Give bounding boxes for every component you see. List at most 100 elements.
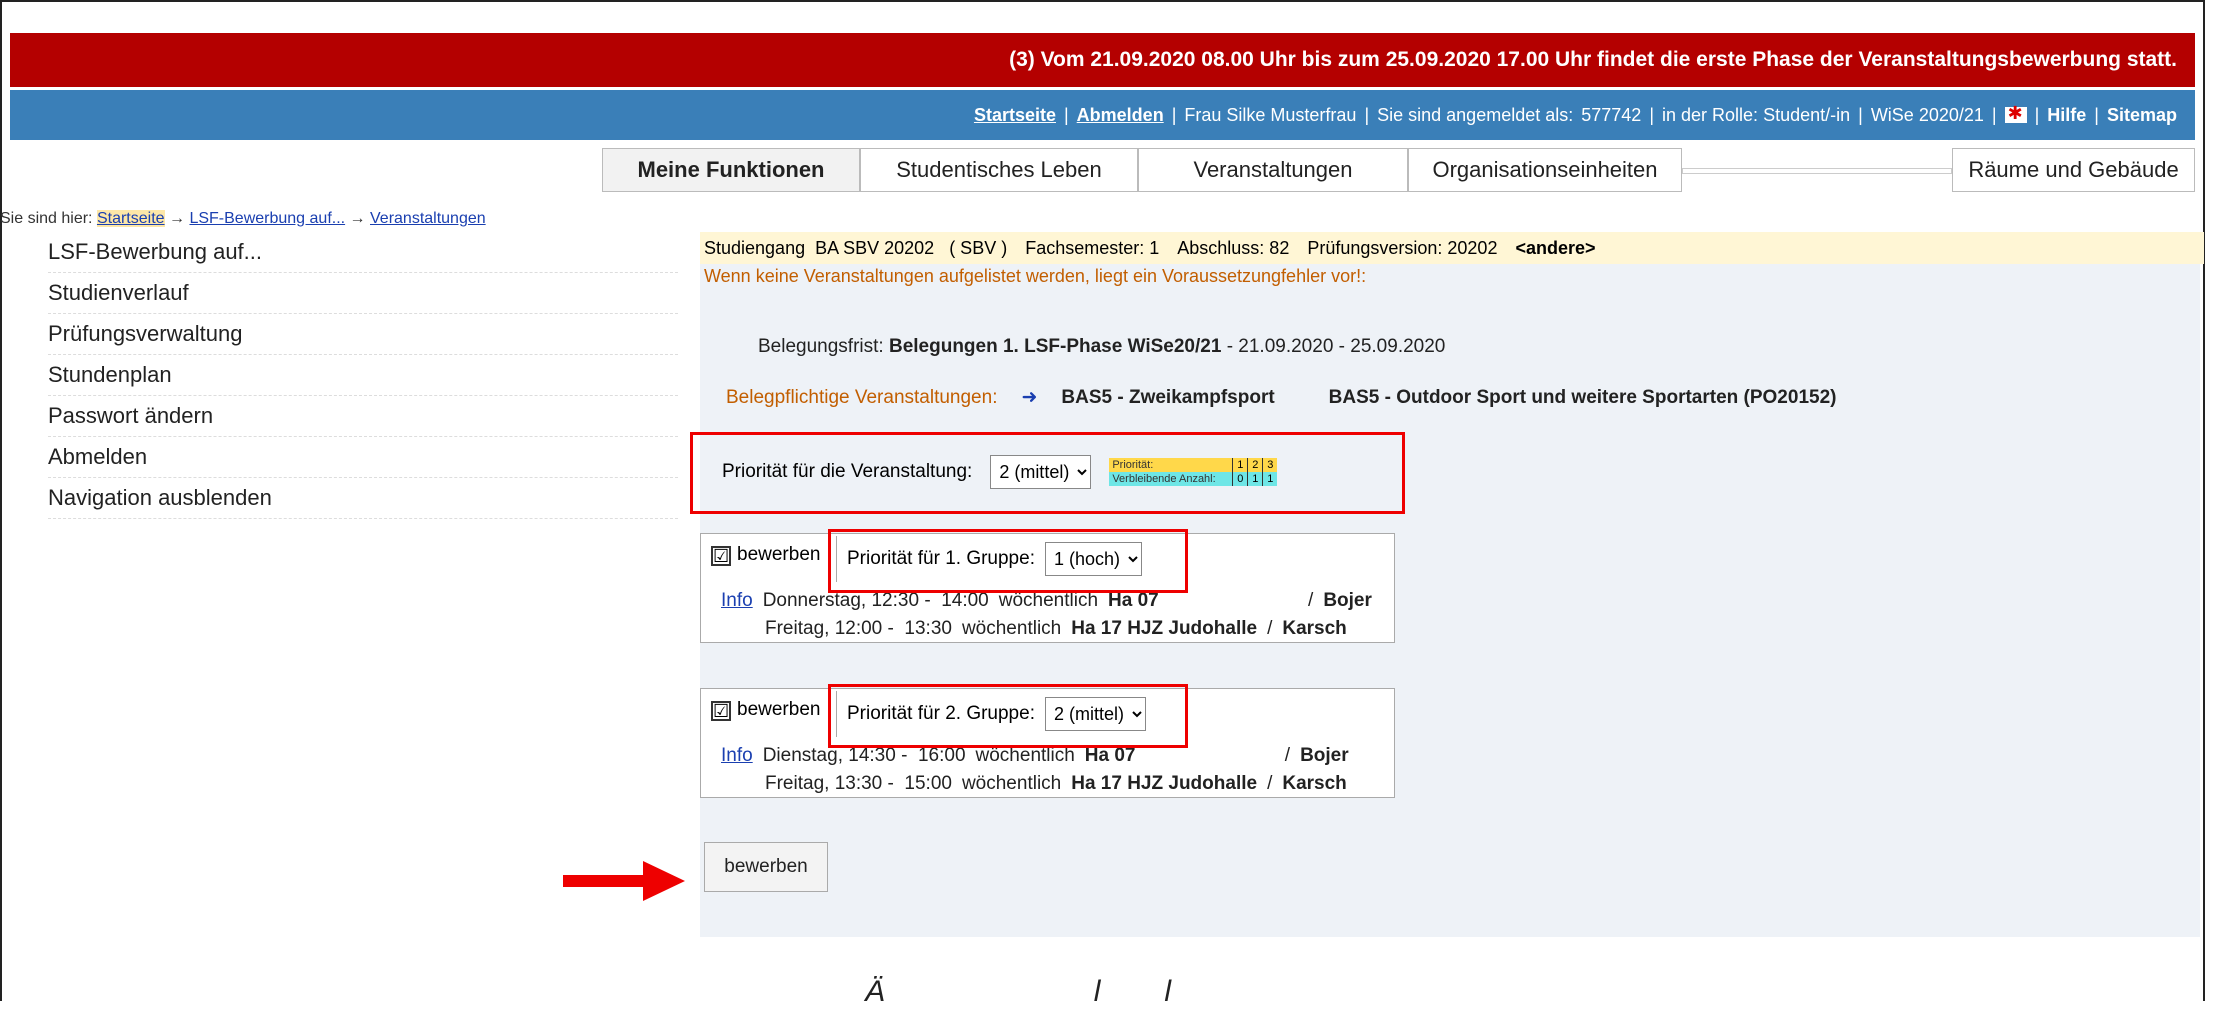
sidebar-item-lsf-bewerbung[interactable]: LSF-Bewerbung auf... [48, 232, 678, 273]
tab-meine-funktionen[interactable]: Meine Funktionen [602, 148, 860, 192]
legend-prio: 2 [1247, 458, 1262, 472]
legend-count-label: Verbleibende Anzahl: [1112, 473, 1216, 485]
belegungsfrist: Belegungsfrist: Belegungen 1. LSF-Phase … [758, 336, 1445, 358]
main-tabs: Meine Funktionen Studentisches Leben Ver… [10, 148, 2195, 192]
course-name: BAS5 - Zweikampfsport [1061, 386, 1275, 408]
separator: | [2034, 104, 2040, 125]
group-2-bewerben-label: bewerben [737, 699, 821, 720]
group-2-row-2: Freitag, 13:30 - 15:00 wöchentlich Ha 17… [765, 773, 1347, 795]
tab-veranstaltungen[interactable]: Veranstaltungen [1138, 148, 1408, 192]
group-2-info-link[interactable]: Info [721, 745, 753, 767]
separator: | [1063, 104, 1069, 125]
hilfe-link[interactable]: Hilfe [2047, 105, 2086, 126]
group-1-checkbox[interactable]: ☑ [711, 546, 731, 566]
schedule-teacher: Karsch [1282, 618, 1347, 639]
sidebar-item-pruefungsverwaltung[interactable]: Prüfungsverwaltung [48, 314, 678, 355]
schedule-teacher: Bojer [1300, 745, 1349, 766]
schedule-frequency: wöchentlich [975, 745, 1075, 766]
separator: / [1267, 618, 1273, 639]
studiengang-info: Studiengang BA SBV 20202 ( SBV ) Fachsem… [700, 232, 2204, 264]
schedule-day: Freitag, 13:30 - 15:00 [765, 773, 952, 794]
announcement-text: (3) Vom 21.09.2020 08.00 Uhr bis zum 25.… [1009, 48, 2177, 71]
sidebar-item-abmelden[interactable]: Abmelden [48, 437, 678, 478]
andere-link[interactable]: <andere> [1515, 238, 1595, 259]
warning-text: Wenn keine Veranstaltungen aufgelistet w… [704, 266, 1367, 286]
group-1-info-link[interactable]: Info [721, 590, 753, 612]
belegungsfrist-name: Belegungen 1. LSF-Phase WiSe20/21 [888, 336, 1222, 357]
breadcrumb-arrow-icon: → [349, 210, 366, 227]
group-1-priority-highlight-box [828, 529, 1188, 593]
separator: | [1171, 104, 1177, 125]
group-1-row-2: Freitag, 12:00 - 13:30 wöchentlich Ha 17… [765, 618, 1347, 640]
sidebar-item-studienverlauf[interactable]: Studienverlauf [48, 273, 678, 314]
sidebar-item-stundenplan[interactable]: Stundenplan [48, 355, 678, 396]
breadcrumb: Sie sind hier: Startseite → LSF-Bewerbun… [0, 210, 486, 228]
separator: | [1858, 104, 1863, 125]
group-2-priority-highlight-box [828, 684, 1188, 748]
group-1-bewerben-label: bewerben [737, 544, 821, 565]
legend-count: 1 [1247, 472, 1262, 486]
separator: / [1267, 773, 1273, 794]
sitemap-link[interactable]: Sitemap [2107, 105, 2177, 126]
tab-organisationseinheiten[interactable]: Organisationseinheiten [1408, 148, 1682, 192]
schedule-room: Ha 07 [1108, 590, 1159, 611]
schedule-frequency: wöchentlich [961, 773, 1062, 794]
separator: / [1284, 745, 1291, 766]
sidebar-item-passwort-aendern[interactable]: Passwort ändern [48, 396, 678, 437]
priority-row: Priorität für die Veranstaltung: 2 (mitt… [722, 442, 1278, 502]
separator: | [1364, 104, 1370, 125]
belegpflichtig-label: Belegpflichtige Veranstaltungen: [726, 386, 998, 408]
group-1-row-1: Info Donnerstag, 12:30 - 14:00 wöchentli… [721, 590, 1372, 612]
priority-select[interactable]: 2 (mittel) [990, 455, 1092, 489]
priority-label: Priorität für die Veranstaltung: [722, 461, 973, 482]
sidebar-item-navigation-ausblenden[interactable]: Navigation ausblenden [48, 478, 678, 519]
breadcrumb-lsf-bewerbung[interactable]: LSF-Bewerbung auf... [189, 210, 345, 227]
belegungsfrist-dates: - 21.09.2020 - 25.09.2020 [1226, 336, 1446, 357]
main-content: Studiengang BA SBV 20202 ( SBV ) Fachsem… [690, 232, 2204, 937]
announcement-bar: (3) Vom 21.09.2020 08.00 Uhr bis zum 25.… [10, 33, 2195, 87]
schedule-room: Ha 17 HJZ Judohalle [1071, 773, 1258, 794]
separator: | [2094, 104, 2099, 125]
legend-count: 0 [1232, 472, 1247, 486]
abschluss-text: Abschluss: 82 [1177, 237, 1290, 258]
user-id: 577742 [1581, 104, 1642, 125]
group-2-checkbox[interactable]: ☑ [711, 701, 731, 721]
schedule-teacher: Karsch [1282, 773, 1347, 794]
belegpflichtige-veranstaltungen: Belegpflichtige Veranstaltungen: ➜ BAS5 … [726, 386, 1836, 409]
separator: | [1649, 104, 1655, 125]
module-name: BAS5 - Outdoor Sport und weitere Sportar… [1328, 386, 1837, 408]
bottom-partial-text: Ä l l [865, 975, 1174, 1008]
bewerben-submit-button[interactable]: bewerben [704, 842, 828, 892]
priority-legend: Priorität: 1 2 3 Verbleibende Anzahl: 0 … [1109, 458, 1278, 486]
breadcrumb-startseite[interactable]: Startseite [96, 210, 165, 227]
schedule-frequency: wöchentlich [961, 618, 1062, 639]
tab-studentisches-leben[interactable]: Studentisches Leben [860, 148, 1138, 192]
user-name: Frau Silke Musterfrau [1184, 104, 1357, 125]
legend-prio: 3 [1262, 458, 1277, 472]
tab-raeume-und-gebaeude[interactable]: Räume und Gebäude [1952, 148, 2195, 192]
breadcrumb-prefix: Sie sind hier: [0, 210, 93, 227]
schedule-teacher: Bojer [1323, 590, 1372, 611]
schedule-day: Freitag, 12:00 - 13:30 [765, 618, 952, 639]
schedule-day: Dienstag, 14:30 - 16:00 [762, 745, 966, 766]
pruefungsversion-text: Prüfungsversion: 20202 [1307, 237, 1498, 258]
legend-count: 1 [1262, 472, 1277, 486]
studiengang-text: Studiengang BA SBV 20202 ( SBV ) [704, 237, 1008, 258]
abmelden-link[interactable]: Abmelden [1077, 105, 1164, 126]
group-2-row-1: Info Dienstag, 14:30 - 16:00 wöchentlich… [721, 745, 1349, 767]
breadcrumb-veranstaltungen[interactable]: Veranstaltungen [370, 210, 486, 227]
side-navigation: LSF-Bewerbung auf... Studienverlauf Prüf… [48, 232, 678, 519]
schedule-room: Ha 07 [1084, 745, 1136, 766]
arrow-right-icon: ➜ [1021, 387, 1038, 408]
legend-prio: 1 [1232, 458, 1247, 472]
breadcrumb-arrow-icon: → [169, 210, 185, 227]
startseite-link[interactable]: Startseite [974, 105, 1056, 126]
schedule-room: Ha 17 HJZ Judohalle [1071, 618, 1258, 639]
legend-priority-label: Priorität: [1112, 459, 1154, 471]
separator: / [1308, 590, 1314, 611]
english-flag-icon[interactable] [2004, 103, 2027, 124]
separator: | [1991, 104, 1997, 125]
red-arrow-icon [563, 861, 685, 901]
fachsemester-text: Fachsemester: 1 [1025, 237, 1160, 258]
tab-empty[interactable] [1682, 168, 1952, 174]
